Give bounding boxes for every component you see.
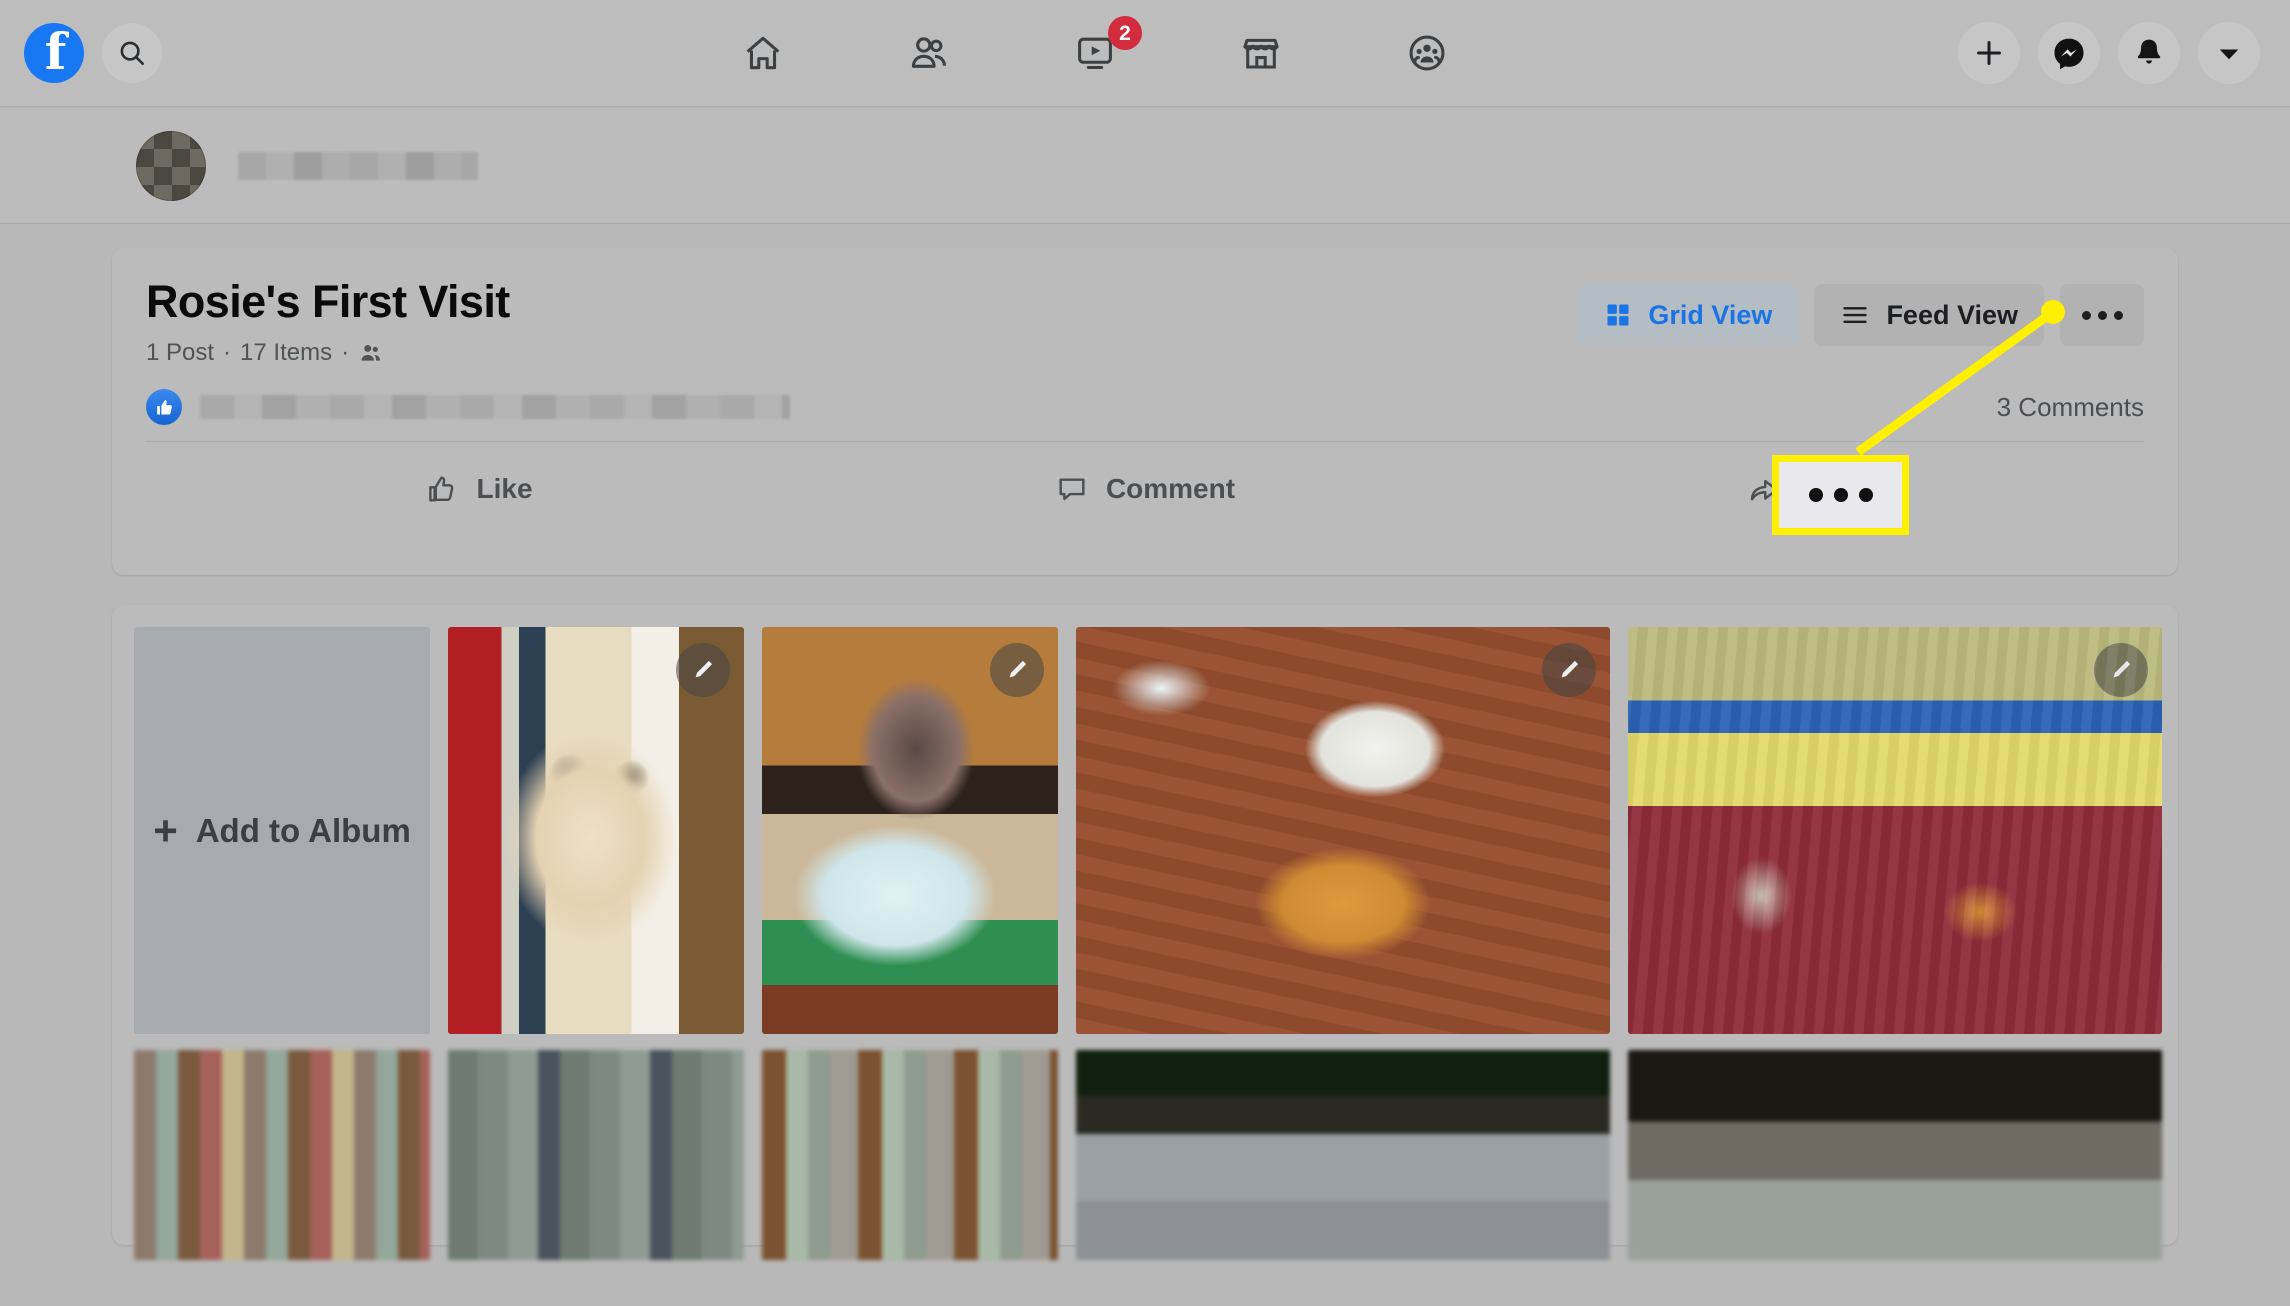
meta-separator-1: · — [223, 339, 232, 367]
comment-action-label: Comment — [1105, 473, 1236, 505]
reaction-left-group[interactable] — [146, 389, 790, 426]
pencil-edit-icon — [2113, 660, 2131, 678]
account-menu-button[interactable] — [2198, 22, 2260, 84]
photo-grid-row-2 — [134, 1050, 2162, 1260]
nav-tab-marketplace[interactable] — [1178, 14, 1344, 92]
feed-view-button[interactable]: Feed View — [1814, 284, 2044, 346]
facebook-logo-icon[interactable] — [24, 23, 84, 83]
chevron-down-icon — [2219, 49, 2239, 60]
search-button[interactable] — [102, 23, 162, 83]
like-thumb-badge — [146, 389, 182, 426]
add-to-album-tile[interactable]: + Add to Album — [134, 627, 430, 1034]
photo-tile[interactable] — [1076, 627, 1610, 1034]
like-action-button[interactable]: Like — [146, 472, 812, 506]
friends-icon — [911, 37, 946, 68]
profile-strip — [0, 108, 2290, 224]
marketplace-store-icon — [1243, 38, 1279, 69]
nav-left-group — [24, 23, 162, 83]
watch-badge-count: 2 — [1108, 16, 1142, 50]
grid-view-label: Grid View — [1648, 299, 1773, 330]
profile-name-redacted — [238, 151, 478, 180]
add-to-album-label: Add to Album — [195, 811, 411, 849]
photo-tile[interactable] — [134, 1050, 430, 1260]
home-icon — [746, 36, 780, 70]
search-icon — [120, 41, 145, 66]
pencil-edit-icon — [1561, 660, 1579, 678]
photo-edit-button[interactable] — [1542, 643, 1596, 697]
photo-tile[interactable] — [762, 627, 1058, 1034]
avatar[interactable] — [136, 130, 206, 201]
bell-icon — [2137, 39, 2161, 64]
album-options-button[interactable] — [2060, 284, 2144, 346]
page-title: Rosie's First Visit — [146, 276, 510, 327]
messenger-button[interactable] — [2038, 22, 2100, 84]
list-lines-icon — [1843, 307, 1868, 323]
groups-icon — [1409, 35, 1445, 71]
photo-tile[interactable] — [1628, 1050, 2162, 1260]
album-header-row: Rosie's First Visit 1 Post · 17 Items · — [146, 278, 2144, 367]
album-post-count: 1 Post — [146, 339, 215, 367]
plus-icon — [1977, 41, 2001, 65]
photo-tile[interactable] — [1628, 627, 2162, 1034]
photo-tile[interactable] — [448, 1050, 744, 1260]
nav-tab-home[interactable] — [680, 14, 846, 92]
meta-separator-2: · — [341, 339, 350, 367]
ellipsis-icon — [2081, 310, 2123, 320]
create-button[interactable] — [1958, 22, 2020, 84]
annotation-target-dot — [2041, 300, 2065, 324]
thumbs-up-icon — [429, 476, 454, 502]
like-action-label: Like — [476, 473, 533, 505]
nav-tab-friends[interactable] — [846, 14, 1012, 92]
ellipsis-icon — [1808, 488, 1873, 502]
top-navigation-bar: 2 — [0, 0, 2290, 107]
comment-action-button[interactable]: Comment — [812, 472, 1478, 506]
album-title-block: Rosie's First Visit 1 Post · 17 Items · — [146, 278, 510, 367]
photo-edit-button[interactable] — [676, 643, 730, 697]
reaction-names-redacted — [200, 395, 790, 420]
photo-tile[interactable] — [762, 1050, 1058, 1260]
nav-center-tabs: 2 — [232, 14, 1958, 92]
pencil-edit-icon — [1009, 660, 1027, 678]
plus-icon: + — [153, 806, 178, 854]
photo-grid-card: + Add to Album — [112, 605, 2178, 1260]
feed-view-label: Feed View — [1886, 299, 2018, 330]
annotation-callout-box — [1772, 455, 1909, 535]
album-item-count: 17 Items — [240, 339, 333, 367]
photo-grid-row-1: + Add to Album — [134, 627, 2162, 1034]
nav-tab-watch[interactable]: 2 — [1012, 14, 1178, 92]
pencil-edit-icon — [695, 660, 713, 678]
friends-audience-icon — [361, 345, 381, 361]
thumbs-up-filled-icon — [156, 399, 172, 415]
reaction-summary-row: 3 Comments — [146, 389, 2144, 443]
photo-edit-button[interactable] — [2094, 643, 2148, 697]
grid-icon — [1607, 304, 1629, 326]
album-meta: 1 Post · 17 Items · — [146, 339, 510, 367]
grid-view-button[interactable]: Grid View — [1578, 284, 1799, 346]
notifications-button[interactable] — [2118, 22, 2180, 84]
comment-bubble-icon — [1059, 478, 1085, 501]
photo-edit-button[interactable] — [990, 643, 1044, 697]
photo-tile[interactable] — [1076, 1050, 1610, 1260]
nav-right-group — [1958, 22, 2260, 84]
comments-count[interactable]: 3 Comments — [1997, 392, 2144, 423]
messenger-icon — [2054, 38, 2084, 70]
nav-tab-groups[interactable] — [1344, 14, 1510, 92]
photo-tile[interactable] — [448, 627, 744, 1034]
